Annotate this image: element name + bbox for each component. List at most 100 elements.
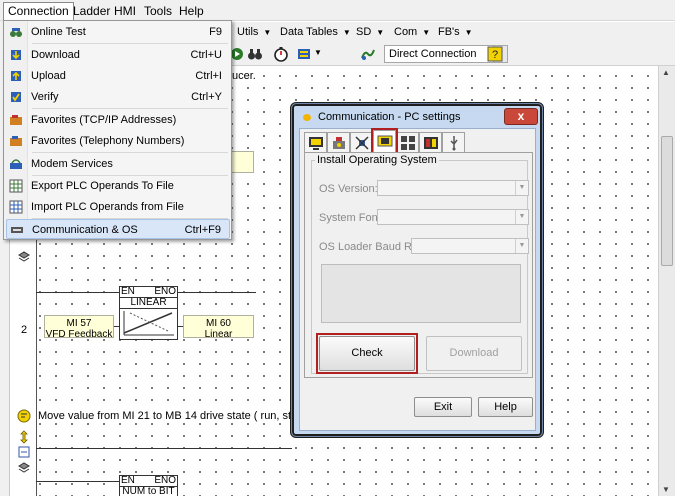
tab-modem[interactable] — [350, 132, 373, 152]
menu-item-shortcut: Ctrl+F9 — [184, 224, 221, 236]
toolbar-menu-data-tables[interactable]: Data Tables ▼ — [280, 26, 351, 38]
function-block-linear[interactable]: EN ENO LINEAR — [119, 286, 178, 340]
rung-stack-icon[interactable] — [17, 461, 31, 475]
chevron-down-icon[interactable]: ▼ — [314, 48, 322, 57]
baud-rate-select[interactable]: ▼ — [411, 238, 529, 254]
menu-item-shortcut: Ctrl+Y — [191, 91, 222, 103]
menu-item-export-operands[interactable]: Export PLC Operands To File — [6, 176, 230, 196]
chevron-down-icon[interactable]: ▼ — [515, 181, 528, 195]
download-icon — [11, 50, 21, 60]
dialog-titlebar[interactable]: Communication - PC settings x — [294, 106, 540, 128]
online-test-icon — [10, 28, 22, 37]
tab-grid[interactable] — [396, 132, 419, 152]
menu-item-communication-os[interactable]: Communication & OS Ctrl+F9 — [6, 219, 230, 239]
tab-network[interactable] — [327, 132, 350, 152]
menu-tools[interactable]: Tools — [140, 3, 176, 19]
toolbar-menu-sd[interactable]: SD ▼ — [356, 26, 384, 38]
scrollbar-thumb[interactable] — [661, 136, 673, 266]
menu-bar: Connection Ladder HMI Tools Help — [0, 0, 675, 21]
binoculars-icon[interactable] — [247, 46, 263, 62]
menu-item-shortcut: F9 — [209, 26, 222, 38]
menu-item-label: Favorites (Telephony Numbers) — [31, 135, 185, 147]
chevron-down-icon[interactable]: ▼ — [515, 210, 528, 224]
usb-icon — [450, 136, 458, 151]
menu-item-online-test[interactable]: Online Test F9 — [6, 22, 230, 42]
menu-item-label: Verify — [31, 91, 59, 103]
operand-address: MI 57 — [66, 318, 92, 329]
communication-icon — [11, 227, 23, 233]
stopwatch-icon[interactable] — [273, 46, 289, 62]
dialog-body: Install Operating System OS Version: ▼ S… — [299, 128, 536, 431]
menu-separator — [32, 108, 228, 109]
menu-connection[interactable]: Connection — [3, 2, 74, 20]
function-block-num-to-bit[interactable]: EN ENO NUM to BIT — [119, 475, 178, 496]
tab-highlight — [371, 128, 398, 155]
menu-item-modem-services[interactable]: Modem Services — [6, 154, 230, 174]
linear-graph-icon — [123, 311, 174, 336]
help-button[interactable]: Help — [478, 397, 533, 417]
toolbar-menu-fbs[interactable]: FB's ▼ — [438, 26, 473, 38]
collapse-icon[interactable] — [17, 445, 31, 459]
fb-output-operand[interactable]: MI 60 Linear — [183, 315, 254, 340]
connect-icon[interactable] — [360, 46, 376, 62]
display-icon — [424, 137, 438, 149]
tab-com-ports[interactable] — [304, 132, 327, 152]
fb-eno-label: ENO — [154, 475, 176, 486]
os-tab-page: Install Operating System OS Version: ▼ S… — [304, 152, 533, 378]
fb-eno-label: ENO — [154, 286, 176, 297]
rung-separator — [36, 448, 292, 449]
tab-usb[interactable] — [442, 132, 465, 152]
rung-wire — [36, 481, 120, 482]
stack-icon[interactable] — [296, 46, 312, 62]
menu-item-label: Favorites (TCP/IP Addresses) — [31, 114, 177, 126]
comment-icon[interactable] — [17, 409, 31, 423]
rung-stack-icon[interactable] — [17, 250, 31, 264]
tab-display[interactable] — [419, 132, 442, 152]
menu-ladder[interactable]: Ladder — [69, 3, 114, 19]
fb-en-label: EN — [121, 286, 135, 297]
export-icon — [9, 179, 23, 193]
menu-item-label: Online Test — [31, 26, 86, 38]
favorites-phone-icon — [10, 136, 22, 146]
menu-item-import-operands[interactable]: Import PLC Operands from File — [6, 197, 230, 217]
menu-hmi[interactable]: HMI — [110, 3, 140, 19]
fb-en-label: EN — [121, 475, 135, 486]
operand-description: Linear — [204, 329, 233, 340]
toolbar-menu-utils[interactable]: Utils ▼ — [237, 26, 271, 38]
fb-title: LINEAR — [120, 298, 177, 309]
move-rung-icon[interactable] — [17, 430, 31, 444]
menu-item-favorites-tcp[interactable]: Favorites (TCP/IP Addresses) — [6, 110, 230, 130]
menu-item-favorites-telephony[interactable]: Favorites (Telephony Numbers) — [6, 131, 230, 151]
status-area — [321, 264, 521, 323]
menu-item-download[interactable]: Download Ctrl+U — [6, 45, 230, 65]
exit-button[interactable]: Exit — [414, 397, 472, 417]
download-button[interactable]: Download — [426, 336, 522, 371]
network-icon — [333, 137, 345, 149]
fb-input-operand[interactable]: MI 57 VFD Feedback — [44, 315, 114, 340]
check-button-highlight — [316, 333, 418, 374]
os-version-label: OS Version: — [319, 183, 378, 195]
menu-help[interactable]: Help — [175, 3, 208, 19]
grid-icon — [401, 136, 415, 150]
communication-dialog: Communication - PC settings x Install Op… — [291, 103, 543, 437]
scroll-down-icon[interactable]: ▼ — [662, 485, 670, 494]
satellite-icon — [355, 136, 369, 150]
help-cursor-icon[interactable]: ? — [487, 46, 503, 62]
menu-item-upload[interactable]: Upload Ctrl+I — [6, 66, 230, 86]
vertical-scrollbar[interactable]: ▲ ▼ — [658, 66, 675, 496]
connection-menu: Online Test F9 Download Ctrl+U Upload Ct… — [3, 20, 232, 240]
monitor-icon — [309, 137, 323, 150]
menu-item-verify[interactable]: Verify Ctrl+Y — [6, 87, 230, 107]
scroll-up-icon[interactable]: ▲ — [662, 68, 670, 77]
modem-icon — [10, 159, 22, 169]
system-fonts-select[interactable]: ▼ — [377, 209, 529, 225]
operand-address: MI 60 — [205, 318, 231, 329]
toolbar-menu-com[interactable]: Com ▼ — [394, 26, 430, 38]
chevron-down-icon[interactable]: ▼ — [515, 239, 528, 253]
rung-comment: ucer. — [232, 70, 256, 82]
close-button[interactable]: x — [504, 108, 538, 125]
menu-item-label: Download — [31, 49, 80, 61]
menu-item-label: Communication & OS — [32, 224, 138, 236]
favorites-tcp-icon — [10, 115, 22, 125]
os-version-select[interactable]: ▼ — [377, 180, 529, 196]
